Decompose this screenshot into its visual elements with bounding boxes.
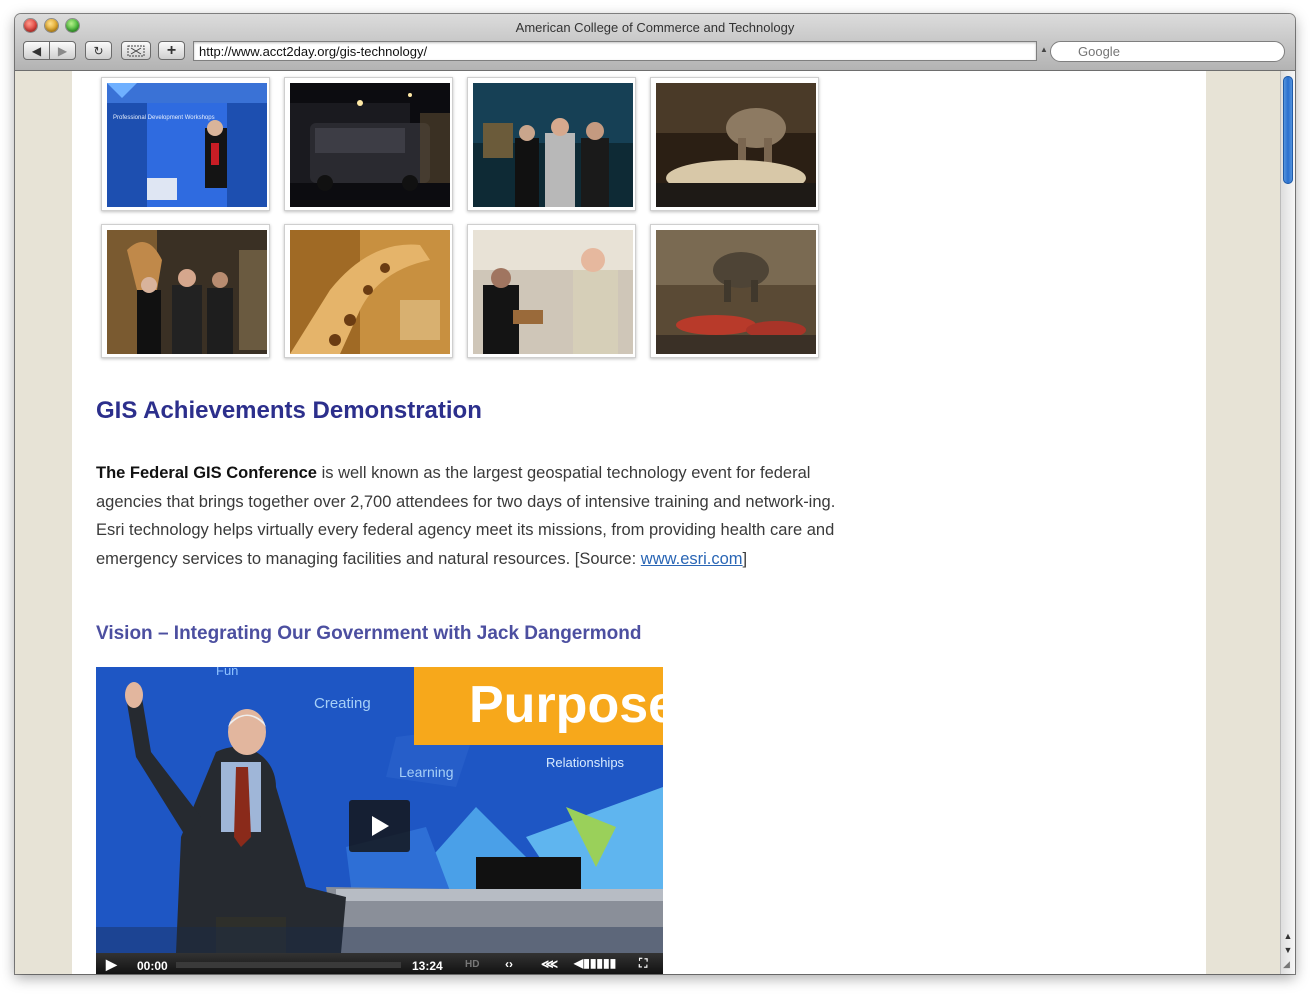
source-link[interactable]: www.esri.com (641, 550, 743, 568)
gallery-thumbnail-4[interactable] (650, 77, 819, 211)
scrollbar-thumb[interactable] (1283, 76, 1293, 184)
volume-icon[interactable]: ◀▮▮▮▮▮ (574, 956, 616, 970)
gallery-photo-8 (656, 230, 816, 354)
scroll-up-arrow-icon[interactable]: ▲ (1281, 930, 1295, 942)
embed-icon[interactable]: ‹› (505, 957, 513, 971)
gallery-photo-1: Professional Development Workshops (107, 83, 267, 207)
browser-toolbar: American College of Commerce and Technol… (15, 14, 1295, 71)
resize-grip-icon[interactable]: ◢ (1283, 959, 1290, 970)
slide-word-purpose: Purpose (469, 676, 663, 734)
reload-button[interactable]: ↻ (85, 41, 112, 60)
gallery-photo-6 (290, 230, 450, 354)
hd-toggle[interactable]: HD (465, 959, 479, 970)
url-dropdown-icon[interactable]: ▲ (1040, 45, 1048, 54)
gallery-thumbnail-2[interactable] (284, 77, 453, 211)
conference-name: The Federal GIS Conference (96, 464, 317, 482)
page-content: Professional Development Workshops GIS A… (72, 71, 1206, 974)
article-paragraph: The Federal GIS Conference is well known… (96, 459, 846, 573)
source-bracket: ] (742, 549, 748, 568)
video-heading[interactable]: Vision – Integrating Our Government with… (96, 623, 641, 645)
total-time: 13:24 (412, 959, 443, 973)
share-icon[interactable]: ⋘ (541, 957, 558, 971)
browser-window: American College of Commerce and Technol… (15, 14, 1295, 974)
gallery-photo-4 (656, 83, 816, 207)
vertical-scrollbar[interactable]: ▲ ▼ ◢ (1280, 71, 1295, 974)
window-title: American College of Commerce and Technol… (515, 20, 795, 35)
slide-word-learning: Learning (399, 764, 454, 780)
fullscreen-icon[interactable]: ⛶ (639, 956, 647, 971)
gallery-photo-7 (473, 230, 633, 354)
plus-icon: + (166, 41, 177, 59)
forward-arrow-icon: ▶ (57, 43, 68, 58)
section-heading: GIS Achievements Demonstration (96, 397, 482, 424)
gallery-photo-2 (290, 83, 450, 207)
address-bar[interactable] (193, 41, 1037, 61)
slide-word-relationships: Relationships (546, 755, 625, 770)
gallery-thumbnail-8[interactable] (650, 224, 819, 358)
gallery-thumbnail-3[interactable] (467, 77, 636, 211)
gallery-photo-1-caption: Professional Development Workshops (113, 115, 215, 121)
snip-button[interactable] (121, 41, 151, 60)
reload-icon: ↻ (93, 43, 104, 58)
forward-button[interactable]: ▶ (49, 41, 76, 60)
video-player[interactable]: Fun Creating Purpose Learning Relationsh… (96, 667, 663, 974)
back-arrow-icon: ◀ (31, 43, 42, 58)
add-bookmark-button[interactable]: + (158, 41, 185, 60)
play-overlay-button[interactable] (349, 800, 410, 852)
search-input[interactable] (1050, 41, 1285, 62)
gallery-photo-5 (107, 230, 267, 354)
back-button[interactable]: ◀ (23, 41, 50, 60)
control-play-icon[interactable]: ▶ (106, 956, 117, 973)
slide-word-creating: Creating (314, 695, 371, 712)
gallery-thumbnail-1[interactable]: Professional Development Workshops (101, 77, 270, 211)
gallery-thumbnail-6[interactable] (284, 224, 453, 358)
video-controls: ▶ 00:00 13:24 HD ‹› ⋘ ◀▮▮▮▮▮ ⛶ (96, 953, 663, 974)
gallery-photo-3 (473, 83, 633, 207)
snip-icon (127, 45, 145, 56)
gallery-thumbnail-7[interactable] (467, 224, 636, 358)
scroll-down-arrow-icon[interactable]: ▼ (1281, 944, 1295, 956)
progress-bar[interactable] (176, 962, 401, 968)
play-icon (371, 816, 389, 836)
current-time: 00:00 (137, 959, 168, 973)
slide-word-fun: Fun (216, 667, 238, 678)
gallery-thumbnail-5[interactable] (101, 224, 270, 358)
